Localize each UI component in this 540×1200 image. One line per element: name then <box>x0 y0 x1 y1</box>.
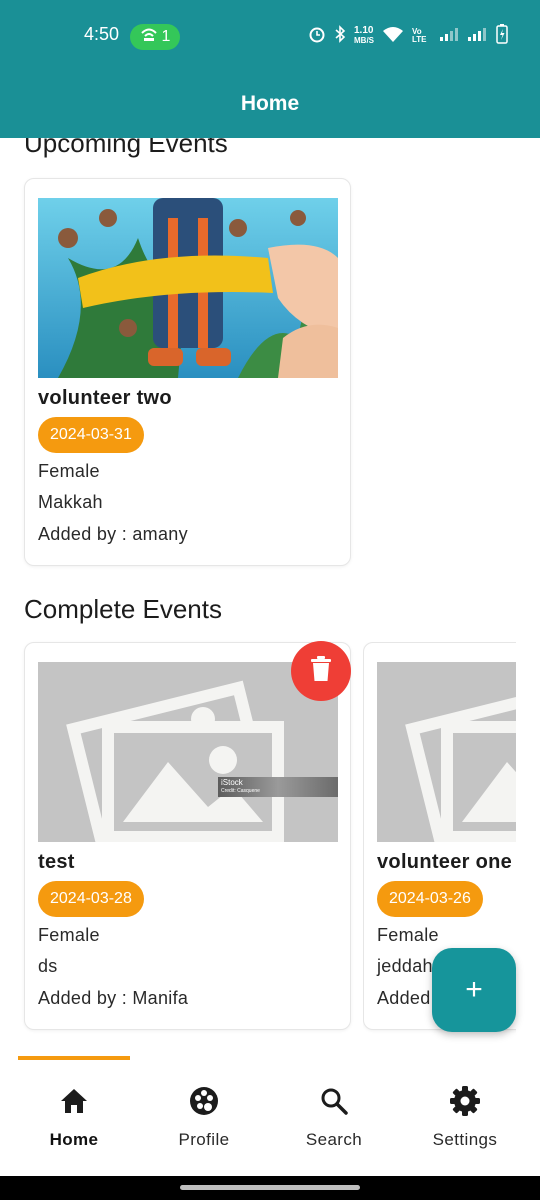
home-icon <box>56 1083 92 1119</box>
nav-active-indicator <box>18 1056 130 1060</box>
event-added-by: Added by : Manifa <box>38 988 189 1008</box>
main-content[interactable]: Upcoming Events volunteer two 2024-03-31… <box>0 138 540 1056</box>
bluetooth-icon <box>334 25 346 47</box>
event-gender: Female <box>38 925 100 945</box>
nav-item-home[interactable]: Home <box>9 1078 139 1168</box>
event-gender: Female <box>38 461 100 481</box>
event-image-placeholder: iStock Credit: Casquene <box>38 662 338 842</box>
event-city: Makkah <box>38 492 103 512</box>
system-gesture-area <box>0 1176 540 1200</box>
hotspot-count: 1 <box>161 28 171 45</box>
event-image-placeholder <box>377 662 516 842</box>
trash-icon <box>310 656 332 686</box>
nav-item-search[interactable]: Search <box>269 1078 399 1168</box>
gesture-handle[interactable] <box>180 1185 360 1190</box>
battery-icon <box>496 24 508 48</box>
event-date-badge: 2024-03-26 <box>377 881 483 917</box>
hotspot-pill: 1 <box>130 24 180 50</box>
nav-label-search: Search <box>305 1130 363 1149</box>
gear-icon <box>447 1083 483 1119</box>
event-title: volunteer one <box>377 851 513 873</box>
nav-item-profile[interactable]: Profile <box>139 1078 269 1168</box>
event-city: ds <box>38 956 58 976</box>
plus-icon: + <box>465 973 483 1006</box>
bottom-navigation: Home Profile Search Settings <box>0 1056 540 1176</box>
watermark-credit: Credit: Casquene <box>221 788 260 794</box>
watermark-text: iStock <box>221 778 243 787</box>
app-bar-title: Home <box>240 92 300 115</box>
nav-item-settings[interactable]: Settings <box>400 1078 530 1168</box>
nav-label-settings: Settings <box>432 1130 498 1149</box>
event-title: volunteer two <box>38 387 172 409</box>
event-city: jeddah <box>377 956 433 976</box>
volte-label: Vo LTE <box>412 27 427 44</box>
alarm-icon <box>308 25 326 47</box>
hotspot-icon <box>140 27 158 48</box>
nav-label-profile: Profile <box>178 1130 230 1149</box>
event-title: test <box>38 851 75 873</box>
status-bar: 4:50 1 1.10 MB/S Vo LTE <box>0 0 540 70</box>
net-speed: 1.10 MB/S <box>354 25 374 46</box>
wifi-icon <box>382 26 404 46</box>
signal-icon-2 <box>468 27 488 45</box>
event-image <box>38 198 338 378</box>
palette-icon <box>186 1083 222 1119</box>
event-date-badge: 2024-03-31 <box>38 417 144 453</box>
delete-button[interactable] <box>291 641 351 701</box>
event-gender: Female <box>377 925 439 945</box>
status-time: 4:50 <box>84 24 120 44</box>
complete-events-title: Complete Events <box>24 594 222 624</box>
watermark-strip: iStock Credit: Casquene <box>218 777 338 797</box>
search-icon <box>316 1083 352 1119</box>
event-date-badge: 2024-03-28 <box>38 881 144 917</box>
upcoming-event-card[interactable]: volunteer two 2024-03-31 Female Makkah A… <box>24 178 351 566</box>
signal-icon <box>440 27 460 45</box>
complete-event-card[interactable]: iStock Credit: Casquene test 2024-03-28 … <box>24 641 351 1030</box>
status-icons: 1.10 MB/S Vo LTE <box>308 24 508 48</box>
add-event-button[interactable]: + <box>432 948 516 1032</box>
app-bar: Home <box>0 70 540 138</box>
event-added-by: Added by : amany <box>38 524 188 544</box>
upcoming-events-title: Upcoming Events <box>24 138 228 158</box>
nav-label-home: Home <box>49 1130 99 1149</box>
